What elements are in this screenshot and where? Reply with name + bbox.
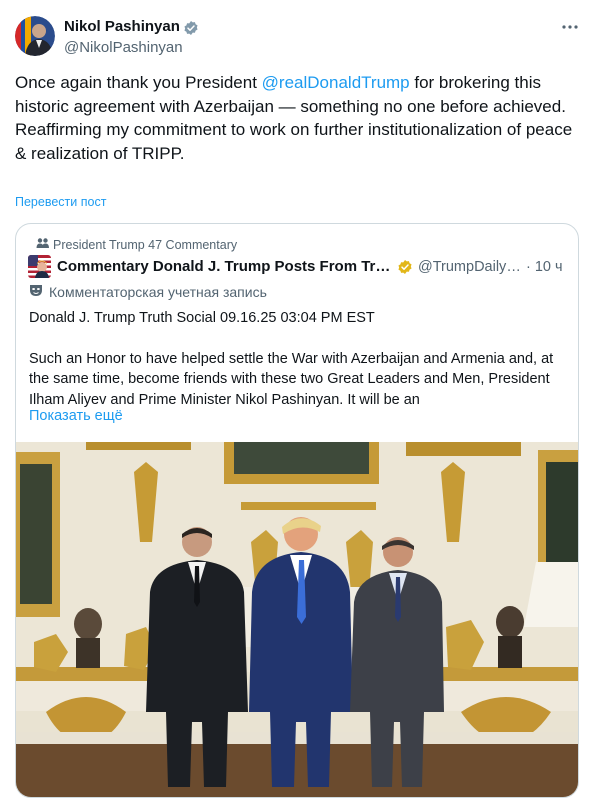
verified-gold-badge-icon <box>397 259 413 275</box>
more-icon[interactable] <box>560 18 584 36</box>
commentary-account-label: Комментаторская учетная запись <box>29 284 267 300</box>
mention-link[interactable]: @realDonaldTrump <box>262 73 410 92</box>
quoted-post[interactable]: President Trump 47 Commentary Commentary… <box>15 223 579 798</box>
quote-author-handle[interactable]: @TrumpDailyPosts <box>418 259 523 275</box>
tweet-text-part1: Once again thank you President <box>15 73 262 92</box>
quote-text-p2: Such an Honor to have helped settle the … <box>29 350 554 408</box>
verified-badge-icon <box>183 20 199 36</box>
community-name: President Trump 47 Commentary <box>53 237 238 252</box>
translate-post-link[interactable]: Перевести пост <box>15 195 106 209</box>
commentary-mask-icon <box>29 284 43 300</box>
quote-text-p1: Donald J. Trump Truth Social 09.16.25 03… <box>29 310 375 326</box>
commentary-label-text: Комментаторская учетная запись <box>49 284 267 300</box>
quote-author-name[interactable]: Commentary Donald J. Trump Posts From Tr… <box>57 258 397 275</box>
author-handle[interactable]: @NikolPashinyan <box>64 39 183 56</box>
author-avatar[interactable] <box>15 16 55 56</box>
community-icon <box>36 237 49 252</box>
tweet-text-line2: Reaffirming my commitment to work on fur… <box>15 120 573 163</box>
quote-photo[interactable] <box>16 442 578 797</box>
author-name[interactable]: Nikol Pashinyan <box>64 18 180 35</box>
tweet-text: Once again thank you President @realDona… <box>15 71 575 165</box>
community-label[interactable]: President Trump 47 Commentary <box>36 237 237 252</box>
show-more-link[interactable]: Показать ещё <box>29 408 123 424</box>
quote-avatar[interactable] <box>28 255 51 278</box>
quote-timestamp[interactable]: · 10 ч <box>526 259 563 275</box>
